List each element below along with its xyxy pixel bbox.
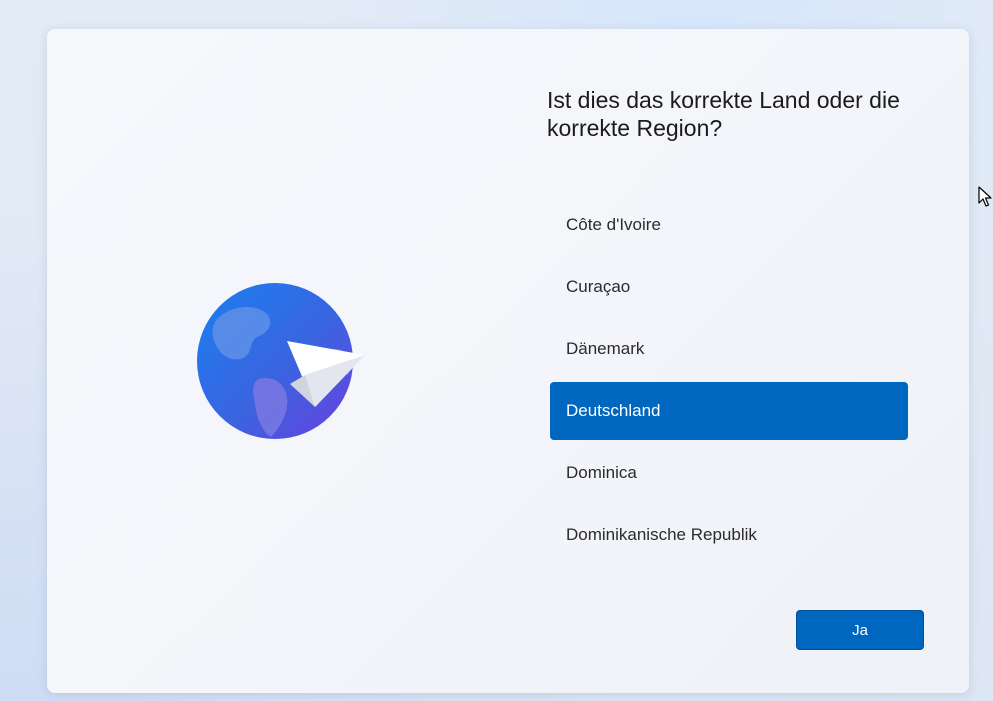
yes-button[interactable]: Ja <box>796 610 924 650</box>
oobe-dialog: Ist dies das korrekte Land oder die korr… <box>47 29 969 693</box>
list-item[interactable]: Curaçao <box>550 258 908 316</box>
list-item[interactable]: Dominikanische Republik <box>550 506 908 564</box>
list-item[interactable]: Côte d'Ivoire <box>550 196 908 254</box>
list-item-selected[interactable]: Deutschland <box>550 382 908 440</box>
region-list[interactable]: Côte d'Ivoire Curaçao Dänemark Deutschla… <box>550 196 908 568</box>
mouse-pointer-icon <box>978 186 992 207</box>
list-item[interactable]: Dänemark <box>550 320 908 378</box>
globe-with-paper-plane-icon <box>197 283 365 439</box>
page-title: Ist dies das korrekte Land oder die korr… <box>547 87 900 141</box>
list-item[interactable]: Dominica <box>550 444 908 502</box>
